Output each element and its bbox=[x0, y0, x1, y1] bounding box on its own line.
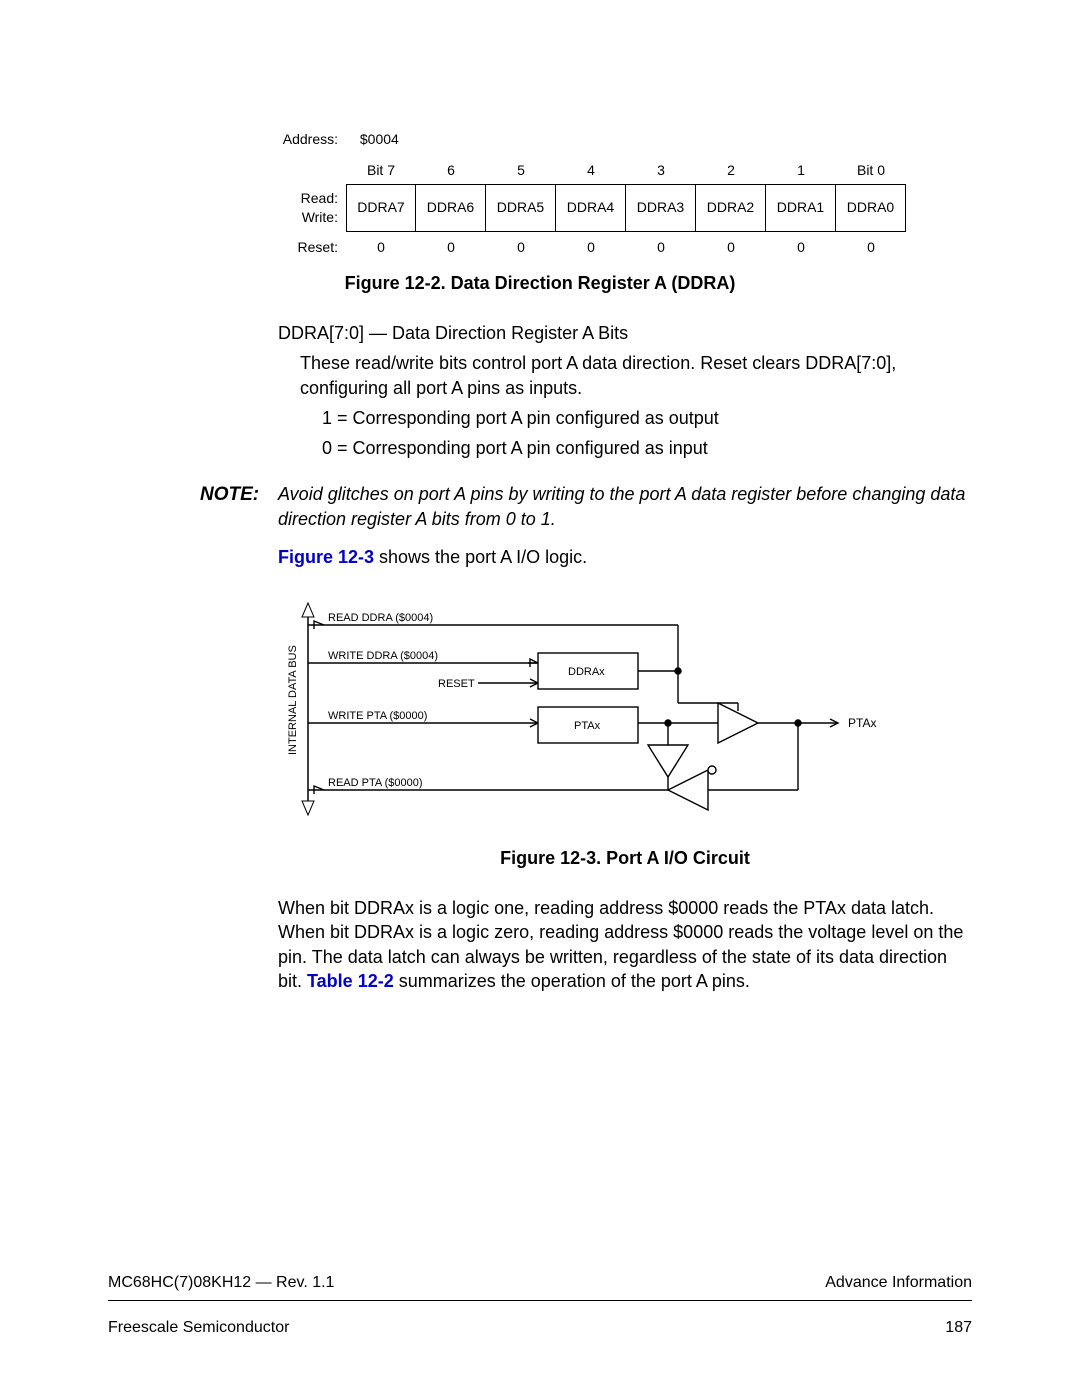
company-name: Freescale Semiconductor bbox=[108, 1317, 289, 1339]
figure-caption-1: Figure 12-2. Data Direction Register A (… bbox=[108, 271, 972, 295]
value-0: 0 = Corresponding port A pin configured … bbox=[322, 436, 972, 460]
sig-label: READ DDRA ($0004) bbox=[328, 612, 433, 624]
bit-header: 2 bbox=[696, 157, 766, 184]
bit-cell: DDRA3 bbox=[626, 184, 696, 232]
field-title: DDRA[7:0] — Data Direction Register A Bi… bbox=[278, 321, 972, 345]
bit-cell: DDRA1 bbox=[766, 184, 836, 232]
reset-label: RESET bbox=[438, 678, 475, 690]
table-link[interactable]: Table 12-2 bbox=[307, 971, 394, 991]
reset-value: 0 bbox=[696, 232, 766, 257]
bit-cell: DDRA0 bbox=[836, 184, 906, 232]
bit-header: Bit 7 bbox=[346, 157, 416, 184]
paragraph-2: When bit DDRAx is a logic one, reading a… bbox=[278, 896, 972, 993]
field-desc: These read/write bits control port A dat… bbox=[300, 351, 972, 400]
reset-value: 0 bbox=[346, 232, 416, 257]
bit-header: 6 bbox=[416, 157, 486, 184]
note-block: NOTE: Avoid glitches on port A pins by w… bbox=[200, 482, 972, 531]
after-note-rest: shows the port A I/O logic. bbox=[374, 547, 587, 567]
after-note-line: Figure 12-3 shows the port A I/O logic. bbox=[278, 545, 972, 569]
sig-label: WRITE PTA ($0000) bbox=[328, 710, 427, 722]
bit-cell: DDRA2 bbox=[696, 184, 766, 232]
address-value: $0004 bbox=[360, 131, 399, 147]
bit-cell: DDRA4 bbox=[556, 184, 626, 232]
para2-text2: summarizes the operation of the port A p… bbox=[394, 971, 750, 991]
value-1: 1 = Corresponding port A pin configured … bbox=[322, 406, 972, 430]
figure-link[interactable]: Figure 12-3 bbox=[278, 547, 374, 567]
box-label: DDRAx bbox=[568, 666, 605, 678]
bit-header: 5 bbox=[486, 157, 556, 184]
read-write-label: Read: Write: bbox=[278, 184, 346, 232]
bit-cell: DDRA7 bbox=[346, 184, 416, 232]
box-label: PTAx bbox=[574, 720, 601, 732]
bit-header: 3 bbox=[626, 157, 696, 184]
pin-label: PTAx bbox=[848, 716, 876, 730]
footer-line-2: Freescale Semiconductor 187 bbox=[108, 1317, 972, 1339]
bit-cell: DDRA6 bbox=[416, 184, 486, 232]
reset-value: 0 bbox=[626, 232, 696, 257]
sig-label: READ PTA ($0000) bbox=[328, 777, 423, 789]
bus-label: INTERNAL DATA BUS bbox=[287, 646, 299, 756]
reset-value: 0 bbox=[766, 232, 836, 257]
bit-cell: DDRA5 bbox=[486, 184, 556, 232]
register-table: Address: $0004 Bit 7 6 5 4 3 2 1 Bit 0 R… bbox=[278, 130, 972, 257]
note-label: NOTE: bbox=[200, 482, 278, 531]
reset-value: 0 bbox=[416, 232, 486, 257]
bit-header: Bit 0 bbox=[836, 157, 906, 184]
footer-line-1: MC68HC(7)08KH12 — Rev. 1.1 Advance Infor… bbox=[108, 1272, 972, 1301]
doc-id: MC68HC(7)08KH12 — Rev. 1.1 bbox=[108, 1272, 334, 1294]
reset-value: 0 bbox=[556, 232, 626, 257]
reset-value: 0 bbox=[486, 232, 556, 257]
reset-value: 0 bbox=[836, 232, 906, 257]
page-number: 187 bbox=[945, 1317, 972, 1339]
io-diagram: INTERNAL DATA BUS bbox=[278, 595, 972, 831]
address-label: Address: bbox=[278, 130, 338, 149]
bit-header: 1 bbox=[766, 157, 836, 184]
figure-caption-2: Figure 12-3. Port A I/O Circuit bbox=[278, 846, 972, 870]
bit-header: 4 bbox=[556, 157, 626, 184]
body-text: DDRA[7:0] — Data Direction Register A Bi… bbox=[278, 321, 972, 460]
reset-label: Reset: bbox=[278, 232, 346, 257]
sig-label: WRITE DDRA ($0004) bbox=[328, 650, 438, 662]
doc-status: Advance Information bbox=[825, 1272, 972, 1294]
note-text: Avoid glitches on port A pins by writing… bbox=[278, 482, 972, 531]
page: Address: $0004 Bit 7 6 5 4 3 2 1 Bit 0 R… bbox=[0, 0, 1080, 1397]
